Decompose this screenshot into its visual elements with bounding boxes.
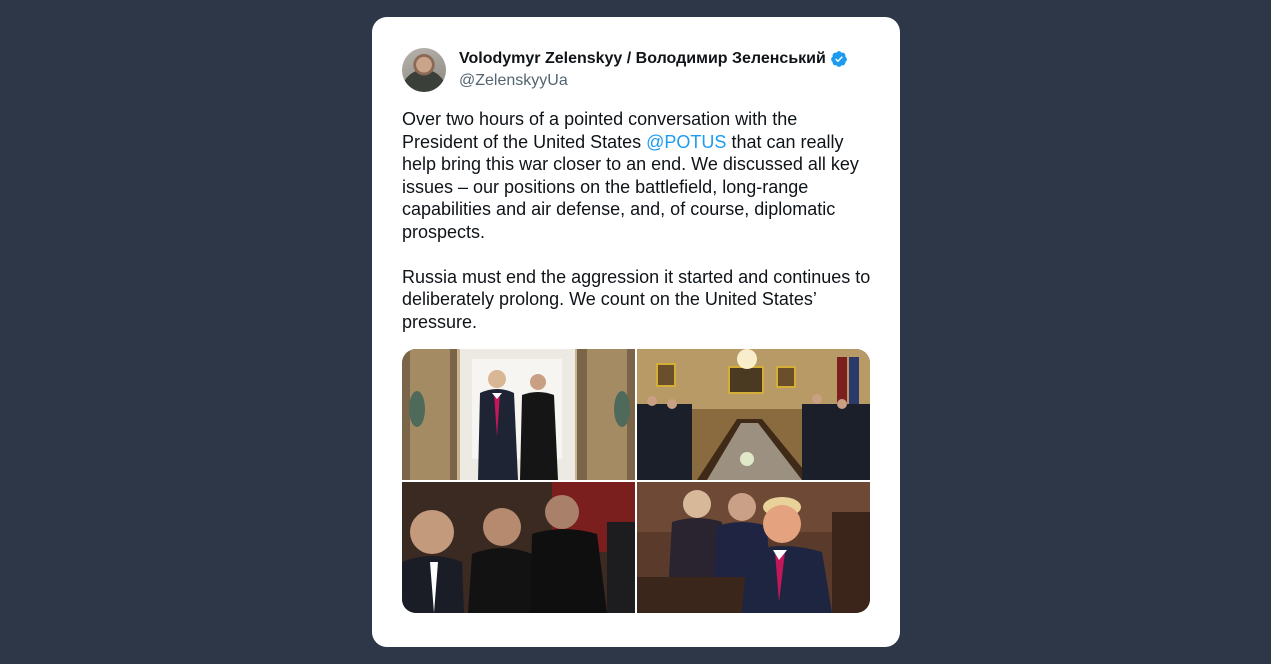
photo-ukrainian-delegation-seated-icon — [402, 482, 635, 613]
name-row: Volodymyr Zelenskyy / Володимир Зеленськ… — [459, 48, 848, 70]
photo-delegation-seated[interactable] — [402, 482, 635, 613]
avatar[interactable] — [402, 48, 446, 92]
tweet-card: Volodymyr Zelenskyy / Володимир Зеленськ… — [372, 17, 900, 647]
tweet-header: Volodymyr Zelenskyy / Володимир Зеленськ… — [402, 47, 848, 93]
author-handle[interactable]: @ZelenskyyUa — [459, 70, 848, 92]
photo-conference-table-room-icon — [637, 349, 870, 480]
photo-trump-at-table-icon — [637, 482, 870, 613]
tweet-text: Over two hours of a pointed conversation… — [402, 108, 872, 333]
display-name[interactable]: Volodymyr Zelenskyy / Володимир Зеленськ… — [459, 50, 826, 68]
photo-leaders-walking[interactable] — [402, 349, 635, 480]
author-names: Volodymyr Zelenskyy / Володимир Зеленськ… — [459, 48, 848, 92]
verified-badge-icon — [830, 50, 848, 68]
media-grid — [402, 349, 870, 613]
tweet-paragraph-2: Russia must end the aggression it starte… — [402, 266, 871, 332]
tweet-paragraph-1: Over two hours of a pointed conversation… — [402, 108, 872, 243]
photo-two-leaders-walking-icon — [402, 349, 635, 480]
mention-link[interactable]: @POTUS — [646, 132, 726, 152]
photo-trump-at-table[interactable] — [637, 482, 870, 613]
photo-conference-room[interactable] — [637, 349, 870, 480]
